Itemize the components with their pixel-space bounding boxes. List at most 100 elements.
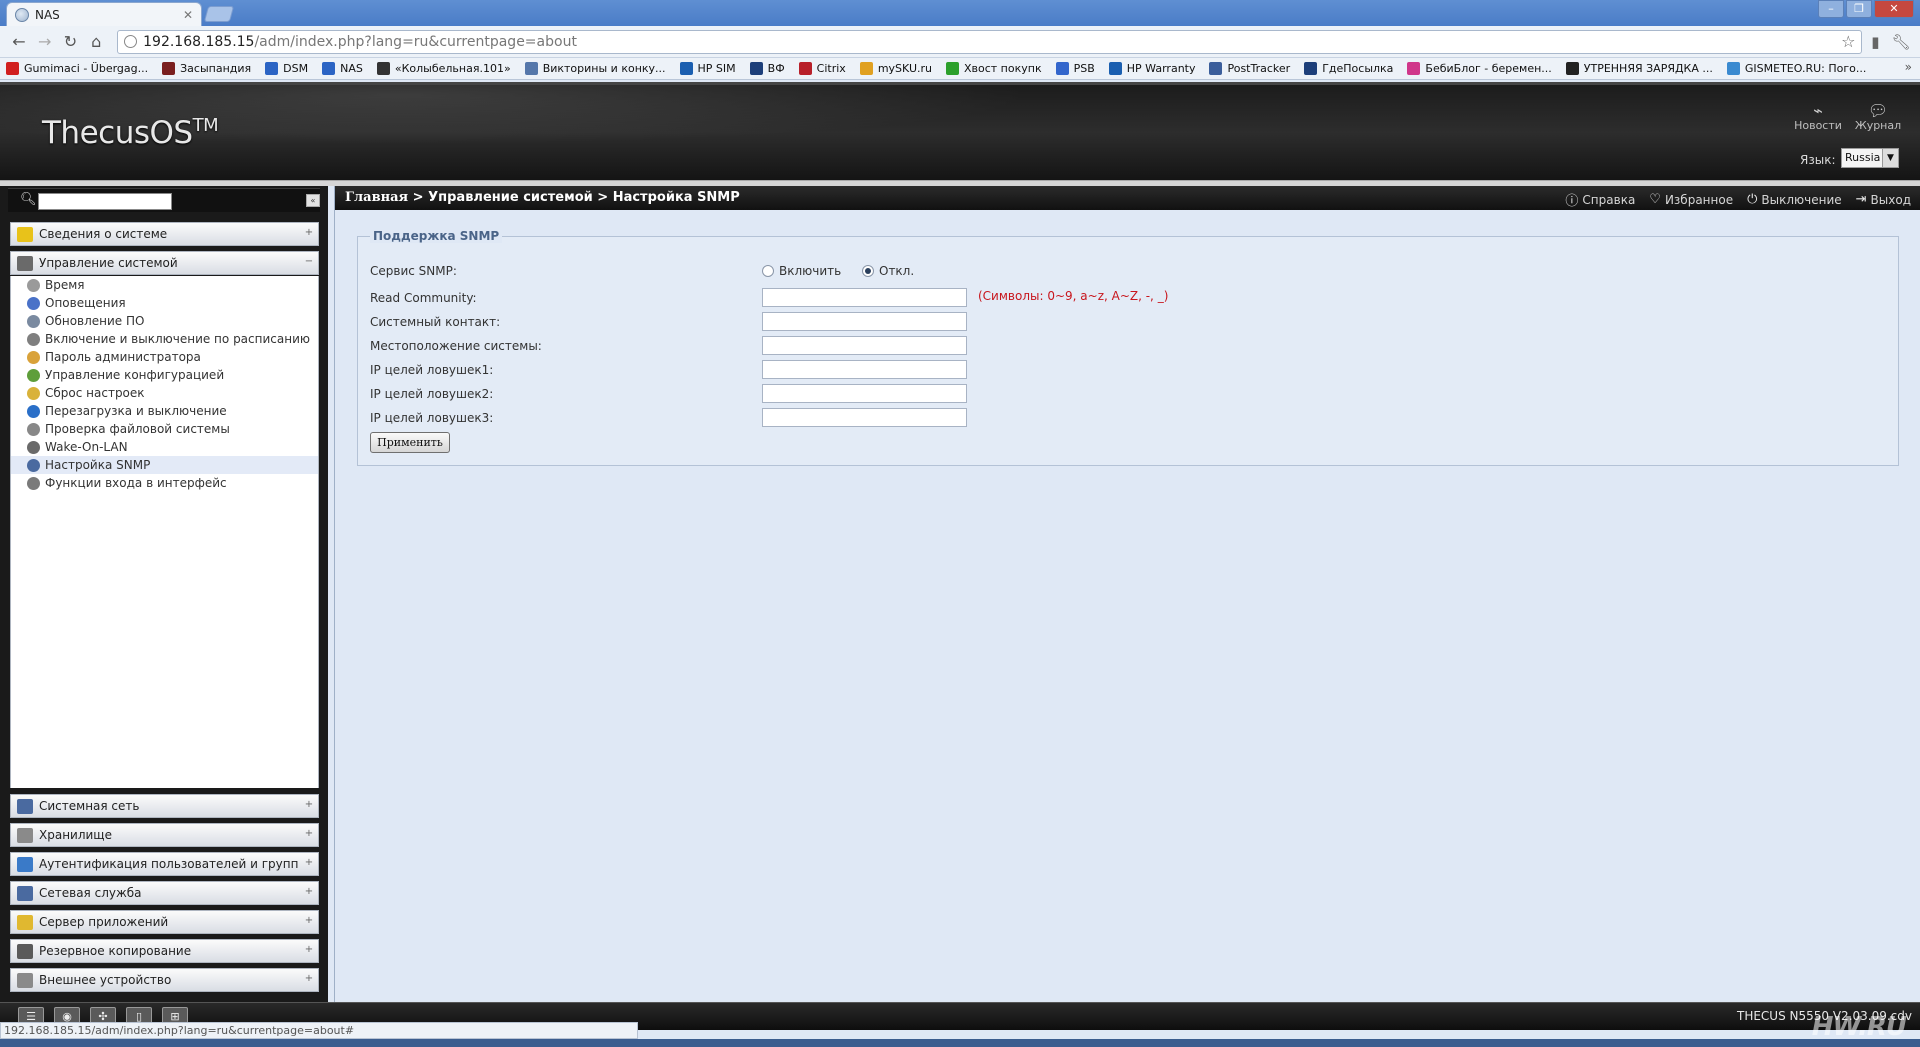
- reload-icon[interactable]: ↻: [58, 32, 84, 51]
- system-location-input[interactable]: [762, 336, 967, 355]
- sidebar-menu-item[interactable]: Время: [11, 276, 318, 294]
- breadcrumb-home[interactable]: Главная: [345, 190, 408, 205]
- bookmark-favicon-icon: [859, 62, 873, 75]
- back-arrow-icon[interactable]: ←: [6, 32, 32, 51]
- bookmark-item[interactable]: БебиБлог - беремен...: [1407, 62, 1552, 75]
- bookmark-favicon-icon: [1304, 62, 1318, 75]
- system-contact-input[interactable]: [762, 312, 967, 331]
- address-bar[interactable]: 192.168.185.15/adm/index.php?lang=ru&cur…: [117, 29, 1863, 54]
- journal-button[interactable]: 💬︎ Журнал: [1852, 101, 1904, 132]
- bookmark-item[interactable]: Засыпандия: [162, 62, 251, 75]
- bookmark-item[interactable]: DSM: [265, 62, 308, 75]
- close-tab-icon[interactable]: ✕: [183, 8, 193, 22]
- sidebar-menu-item[interactable]: Обновление ПО: [11, 312, 318, 330]
- bookmark-item[interactable]: Gumimaci - Übergag...: [6, 62, 148, 75]
- bookmark-item[interactable]: «Колыбельная.101»: [376, 62, 511, 75]
- sidebar-menu-item[interactable]: Пароль администратора: [11, 348, 318, 366]
- restore-icon[interactable]: ❐: [1846, 0, 1872, 18]
- read-community-input[interactable]: [762, 288, 967, 307]
- section-icon: [17, 972, 33, 988]
- bookmark-item[interactable]: Викторины и конку...: [524, 62, 666, 75]
- expand-toggle-icon[interactable]: +: [304, 800, 314, 810]
- logout-button[interactable]: ⇥ Выход: [1856, 190, 1911, 209]
- trap-ip-2-input[interactable]: [762, 384, 967, 403]
- sidebar-menu-item[interactable]: Функции входа в интерфейс: [11, 474, 318, 492]
- menu-item-icon: [27, 350, 40, 364]
- bookmark-item[interactable]: УТРЕННЯЯ ЗАРЯДКА ...: [1565, 62, 1713, 75]
- sidebar-section[interactable]: Внешнее устройство +: [10, 968, 319, 992]
- menu-item-label: Функции входа в интерфейс: [45, 476, 227, 490]
- bookmark-star-icon[interactable]: ☆: [1841, 32, 1855, 51]
- sidebar-section[interactable]: Резервное копирование +: [10, 939, 319, 963]
- news-button[interactable]: ⌁ Новости: [1792, 101, 1844, 132]
- favorites-button[interactable]: ♡ Избранное: [1649, 190, 1733, 209]
- page-info-icon[interactable]: [124, 35, 138, 48]
- bookmark-item[interactable]: NAS: [322, 62, 363, 75]
- sidebar-menu-item[interactable]: Включение и выключение по расписанию: [11, 330, 318, 348]
- header-swoosh: [0, 85, 1920, 183]
- bookmark-label: Citrix: [816, 62, 846, 75]
- bookmark-item[interactable]: mySKU.ru: [859, 62, 932, 75]
- expand-toggle-icon[interactable]: +: [304, 945, 314, 955]
- sidebar-menu-item[interactable]: Перезагрузка и выключение: [11, 402, 318, 420]
- expand-toggle-icon[interactable]: −: [304, 257, 314, 267]
- section-icon: [17, 798, 33, 814]
- snmp-enable-radio[interactable]: Включить: [762, 264, 841, 278]
- snmp-disable-radio[interactable]: Откл.: [862, 264, 914, 278]
- sidebar-menu-item[interactable]: Оповещения: [11, 294, 318, 312]
- bookmark-item[interactable]: ВФ: [749, 62, 785, 75]
- expand-toggle-icon[interactable]: +: [304, 858, 314, 868]
- bookmark-item[interactable]: PSB: [1055, 62, 1095, 75]
- language-select[interactable]: Russia ▼: [1841, 148, 1899, 168]
- sidebar-section[interactable]: Сервер приложений +: [10, 910, 319, 934]
- sidebar-menu-item[interactable]: Wake-On-LAN: [11, 438, 318, 456]
- sidebar-section[interactable]: Системная сеть +: [10, 794, 319, 818]
- sidebar-section[interactable]: Аутентификация пользователей и групп +: [10, 852, 319, 876]
- collapse-sidebar-button[interactable]: «: [306, 194, 320, 207]
- expand-toggle-icon[interactable]: +: [304, 974, 314, 984]
- expand-toggle-icon[interactable]: +: [304, 829, 314, 839]
- sidebar-section[interactable]: Сведения о системе +: [10, 222, 319, 246]
- menu-item-label: Сброс настроек: [45, 386, 145, 400]
- bookmark-item[interactable]: HP Warranty: [1108, 62, 1195, 75]
- bookmark-label: PostTracker: [1227, 62, 1291, 75]
- sidebar-section[interactable]: Сетевая служба +: [10, 881, 319, 905]
- bookmark-item[interactable]: PostTracker: [1209, 62, 1290, 75]
- shutdown-button[interactable]: ⏻ Выключение: [1747, 190, 1842, 209]
- radio-circle: [762, 265, 774, 277]
- bookmark-item[interactable]: Citrix: [798, 62, 846, 75]
- search-input[interactable]: [38, 193, 172, 210]
- browser-tab-nas[interactable]: NAS ✕: [6, 2, 202, 26]
- sidebar-menu-item[interactable]: Настройка SNMP: [11, 456, 318, 474]
- sidebar-section[interactable]: Управление системой −: [10, 251, 319, 275]
- bookmark-item[interactable]: Хвост покупк: [945, 62, 1042, 75]
- home-icon[interactable]: ⌂: [83, 32, 109, 51]
- expand-toggle-icon[interactable]: +: [304, 228, 314, 238]
- bookmark-label: NAS: [340, 62, 363, 75]
- new-tab-button[interactable]: [203, 6, 235, 22]
- section-icon: [17, 914, 33, 930]
- bookmarks-bar: Gumimaci - Übergag... Засыпандия DSM NAS «Ко…: [0, 58, 1920, 80]
- apply-button[interactable]: Применить: [370, 432, 450, 453]
- signal-bars-icon[interactable]: ▮: [1862, 33, 1888, 51]
- sidebar-menu-item[interactable]: Управление конфигурацией: [11, 366, 318, 384]
- more-bookmarks-icon[interactable]: »: [1905, 60, 1912, 74]
- expand-toggle-icon[interactable]: +: [304, 916, 314, 926]
- bookmark-item[interactable]: ГдеПосылка: [1304, 62, 1393, 75]
- menu-item-label: Пароль администратора: [45, 350, 201, 364]
- sidebar-section[interactable]: Хранилище +: [10, 823, 319, 847]
- trap-ip-1-input[interactable]: [762, 360, 967, 379]
- sidebar-menu-item[interactable]: Сброс настроек: [11, 384, 318, 402]
- help-button[interactable]: ⓘ Справка: [1565, 190, 1635, 210]
- trap-ip-3-input[interactable]: [762, 408, 967, 427]
- minimize-icon[interactable]: –: [1818, 0, 1844, 18]
- expand-toggle-icon[interactable]: +: [304, 887, 314, 897]
- sidebar-menu-item[interactable]: Проверка файловой системы: [11, 420, 318, 438]
- wrench-icon[interactable]: 🔧︎: [1888, 33, 1914, 51]
- forward-arrow-icon[interactable]: →: [32, 32, 58, 51]
- menu-item-label: Обновление ПО: [45, 314, 145, 328]
- panel-title: Поддержка SNMP: [370, 229, 503, 243]
- bookmark-item[interactable]: GISMETEO.RU: Пого...: [1726, 62, 1866, 75]
- bookmark-item[interactable]: HP SIM: [679, 62, 736, 75]
- close-window-icon[interactable]: ✕: [1874, 0, 1914, 18]
